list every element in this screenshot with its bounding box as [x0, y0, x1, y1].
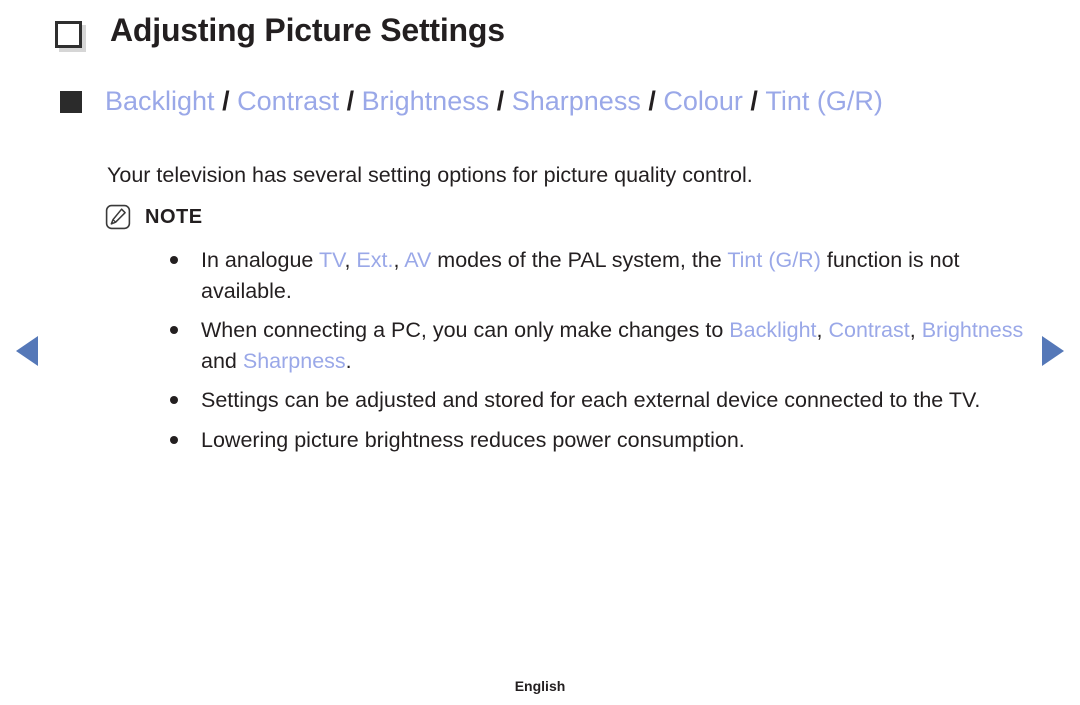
note-text: ,: [909, 318, 922, 343]
bullet-dot-icon: [170, 396, 178, 405]
note-accent-term[interactable]: TV: [319, 248, 345, 272]
menu-path-row: Backlight / Contrast / Brightness / Shar…: [60, 84, 1020, 120]
note-text: ,: [393, 248, 405, 272]
note-text: ,: [816, 318, 829, 343]
bullet-dot-icon: [170, 435, 178, 444]
note-text: modes of the PAL system, the: [431, 248, 728, 272]
note-pencil-icon: [105, 204, 131, 230]
note-text: .: [345, 348, 352, 373]
bullet-dot-icon: [170, 326, 178, 335]
note-accent-term[interactable]: Tint (G/R): [727, 248, 821, 272]
note-text: Settings can be adjusted and stored for …: [201, 388, 981, 413]
note-text: In analogue: [201, 248, 319, 272]
note-item: Lowering picture brightness reduces powe…: [168, 425, 1028, 456]
note-text: and: [201, 348, 243, 373]
menu-path-separator: /: [214, 86, 238, 116]
hollow-square-icon: [55, 21, 82, 48]
note-list: In analogue TV, Ext., AV modes of the PA…: [168, 245, 1028, 464]
note-accent-term[interactable]: Sharpness: [243, 349, 346, 373]
triangle-right-icon[interactable]: [1042, 336, 1064, 366]
note-item: Settings can be adjusted and stored for …: [168, 385, 1028, 416]
note-accent-term[interactable]: Contrast: [828, 318, 909, 342]
menu-path-separator: /: [742, 86, 766, 116]
menu-path-separator: /: [339, 86, 362, 116]
note-header: NOTE: [105, 204, 203, 230]
note-item: When connecting a PC, you can only make …: [168, 315, 1028, 376]
note-text: ,: [344, 248, 357, 272]
bullet-dot-icon: [170, 256, 178, 264]
menu-path-item[interactable]: Colour: [663, 86, 743, 116]
note-accent-term[interactable]: AV: [404, 248, 431, 272]
menu-path-separator: /: [640, 86, 664, 116]
page-title: Adjusting Picture Settings: [110, 12, 505, 48]
note-label: NOTE: [145, 205, 203, 228]
note-item: In analogue TV, Ext., AV modes of the PA…: [168, 245, 1028, 306]
note-text: Lowering picture brightness reduces powe…: [201, 427, 745, 452]
note-text: When connecting a PC, you can only make …: [201, 318, 730, 343]
footer-language: English: [514, 678, 566, 694]
filled-square-icon: [60, 91, 82, 113]
note-accent-term[interactable]: Brightness: [922, 318, 1024, 342]
page-title-row: Adjusting Picture Settings: [55, 10, 505, 50]
menu-path-item[interactable]: Backlight: [105, 86, 215, 116]
manual-page: Adjusting Picture Settings Backlight / C…: [0, 0, 1080, 705]
page-description: Your television has several setting opti…: [107, 163, 753, 187]
menu-path-item[interactable]: Sharpness: [512, 86, 641, 116]
note-accent-term[interactable]: Backlight: [729, 318, 816, 342]
triangle-left-icon[interactable]: [16, 336, 38, 366]
menu-path-item[interactable]: Brightness: [362, 86, 490, 116]
note-accent-term[interactable]: Ext.: [356, 248, 393, 272]
menu-path: Backlight / Contrast / Brightness / Shar…: [105, 84, 1017, 120]
menu-path-item[interactable]: Contrast: [237, 86, 339, 116]
menu-path-item[interactable]: Tint (G/R): [765, 86, 883, 116]
menu-path-separator: /: [489, 86, 512, 116]
